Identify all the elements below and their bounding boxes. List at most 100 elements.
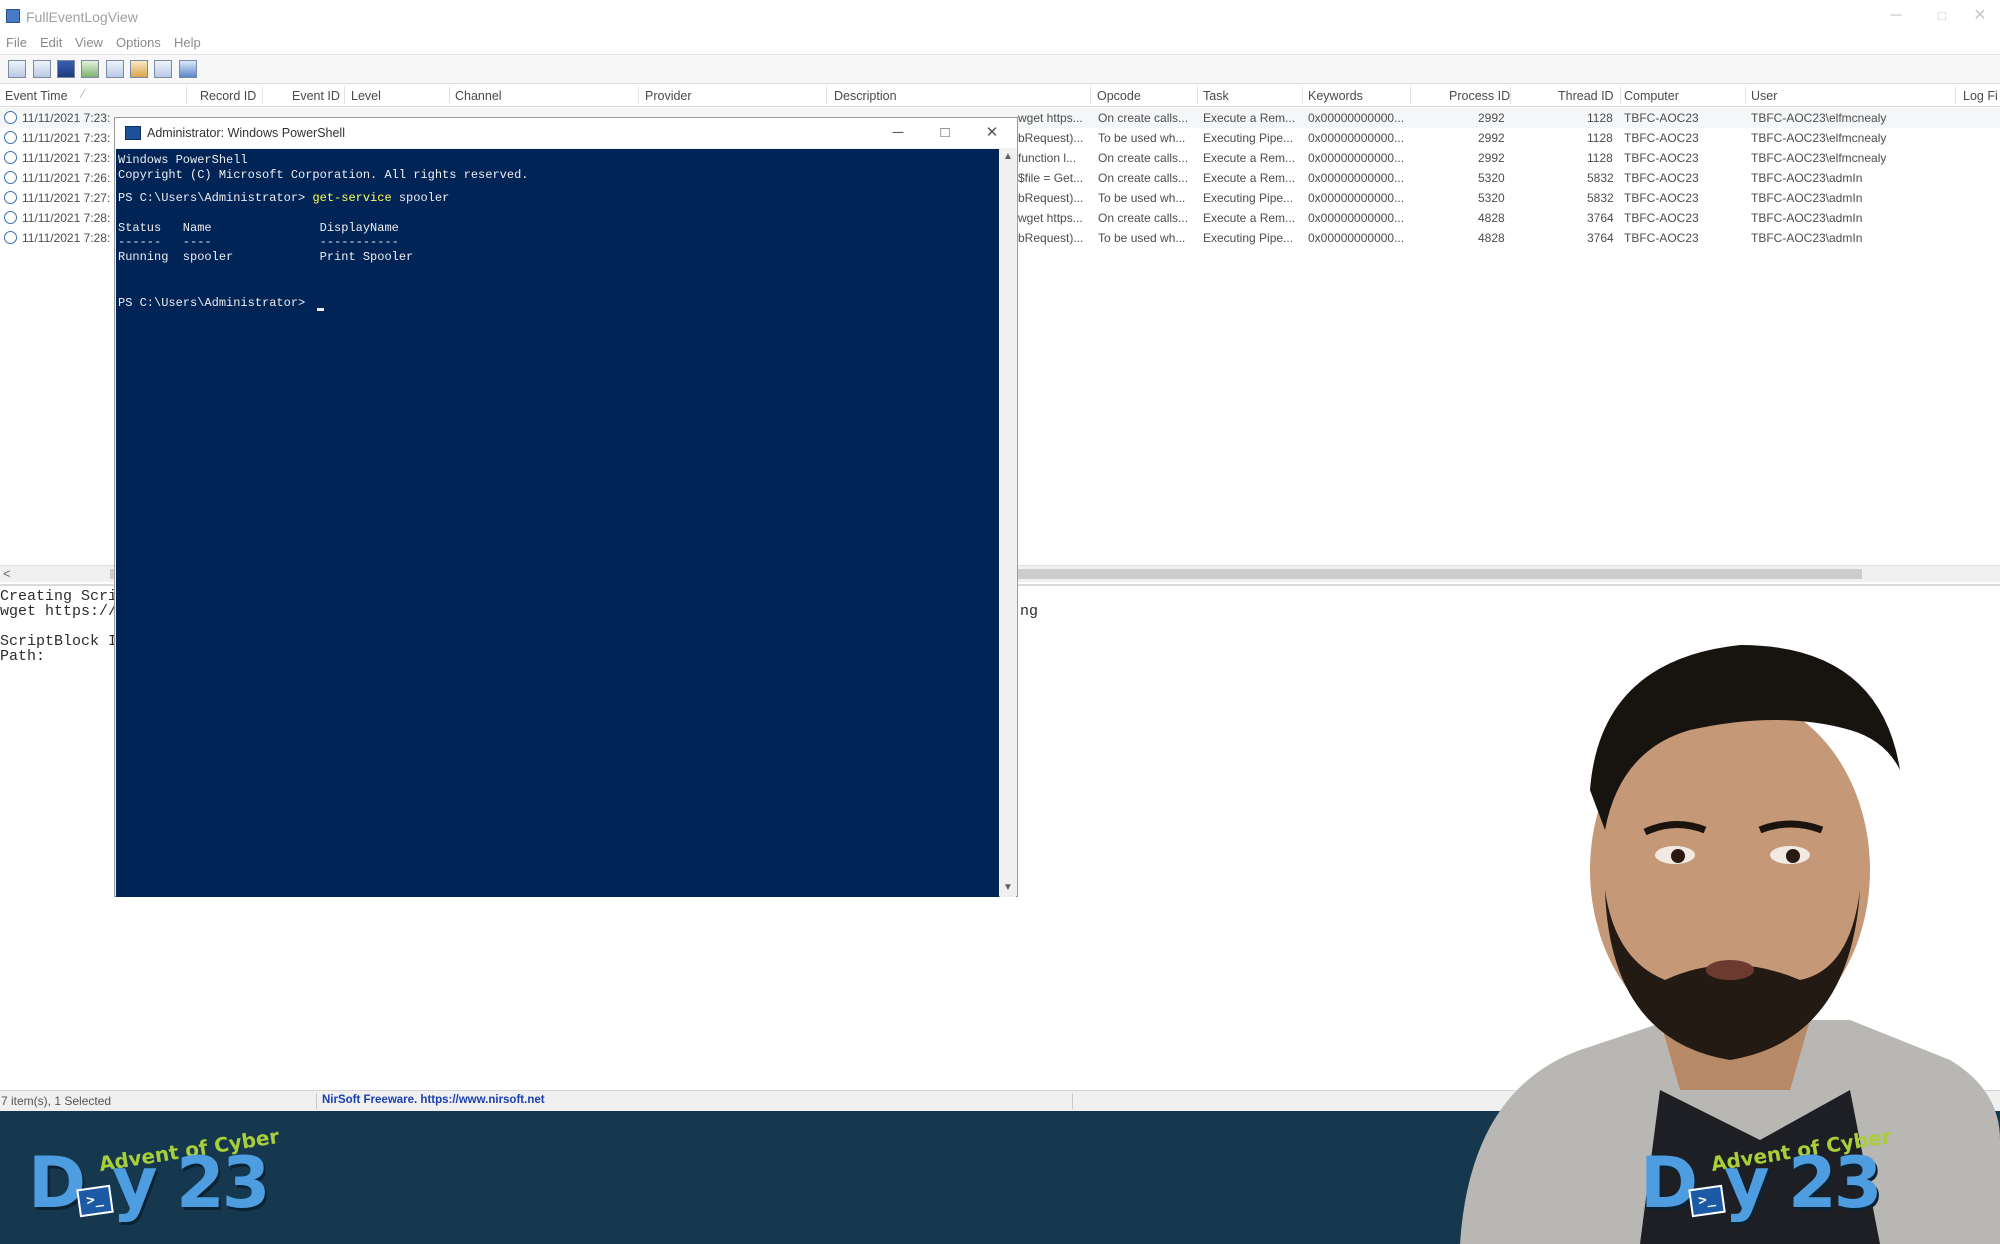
cell-event-time: 11/11/2021 7:28: [22,211,111,225]
close-button[interactable]: ✕ [1960,4,2000,28]
cell-opcode: On create calls... [1098,111,1189,125]
copy-icon[interactable] [106,60,124,78]
grid-header: Event Time ⁄ Record ID Event ID Level Ch… [0,84,2000,107]
exit-icon[interactable] [179,60,197,78]
toolbar [0,54,2000,84]
logo-day-number: y 23 [1724,1142,1882,1224]
menu-bar: File Edit View Options Help [0,32,2000,54]
scroll-up-icon[interactable]: ▲ [1003,151,1013,162]
console-command: get-service [312,191,392,205]
powershell-icon: >_ [76,1184,114,1218]
cell-description: $file = Get... [1018,171,1084,185]
cell-keywords: 0x00000000000... [1308,211,1405,225]
cell-user: TBFC-AOC23\elfmcnealy [1751,111,1887,125]
ps-minimize-button[interactable]: ─ [883,122,913,144]
console-copyright: Copyright (C) Microsoft Corporation. All… [118,168,529,182]
info-level-icon [4,171,17,184]
ps-vertical-scrollbar[interactable]: ▲ ▼ [1000,149,1016,897]
refresh-icon[interactable] [81,60,99,78]
col-log-file[interactable]: Log Fi [1963,89,1998,103]
cell-thread-id: 1128 [1587,131,1613,145]
col-event-id[interactable]: Event ID [292,89,340,103]
properties-icon[interactable] [8,60,26,78]
col-opcode[interactable]: Opcode [1097,89,1141,103]
find-icon[interactable] [154,60,172,78]
cell-thread-id: 1128 [1587,111,1613,125]
cell-opcode: To be used wh... [1098,231,1186,245]
status-item-count: 7 item(s), 1 Selected [1,1094,112,1108]
powershell-icon: >_ [1688,1184,1726,1218]
cell-keywords: 0x00000000000... [1308,131,1405,145]
console-table-header: Status Name DisplayName [118,221,399,235]
menu-file[interactable]: File [6,35,27,50]
cell-computer: TBFC-AOC23 [1624,171,1699,185]
console-table-row: Running spooler Print Spooler [118,250,414,264]
cell-description: bRequest)... [1018,231,1084,245]
ps-maximize-button[interactable]: □ [930,122,960,144]
scroll-left-icon[interactable]: < [3,566,11,581]
col-computer[interactable]: Computer [1624,89,1679,103]
maximize-button[interactable]: □ [1922,4,1962,28]
cell-thread-id: 3764 [1587,211,1614,225]
details-line: wget https:// [0,603,118,620]
col-event-time[interactable]: Event Time [5,89,68,103]
cell-task: Execute a Rem... [1203,211,1296,225]
cell-computer: TBFC-AOC23 [1624,151,1699,165]
cell-event-time: 11/11/2021 7:27: [22,191,111,205]
powershell-titlebar[interactable]: Administrator: Windows PowerShell ─ □ ✕ [115,118,1017,148]
menu-options[interactable]: Options [116,35,161,50]
ps-close-button[interactable]: ✕ [977,122,1007,144]
advanced-options-icon[interactable] [130,60,148,78]
cell-opcode: To be used wh... [1098,191,1186,205]
advent-of-cyber-logo-right: Advent of Cyber D >_ y 23 [1640,1124,1893,1238]
nirsoft-link[interactable]: NirSoft Freeware. https://www.nirsoft.ne… [322,1094,545,1106]
cell-task: Executing Pipe... [1203,191,1294,205]
cell-process-id: 4828 [1478,211,1505,225]
col-user[interactable]: User [1751,89,1777,103]
cell-keywords: 0x00000000000... [1308,171,1405,185]
cell-user: TBFC-AOC23\elfmcnealy [1751,131,1887,145]
cell-description: wget https... [1018,111,1083,125]
cell-description: bRequest)... [1018,191,1084,205]
col-process-id[interactable]: Process ID [1449,89,1510,103]
console-prompt-line: PS C:\Users\Administrator> [118,296,306,310]
cell-process-id: 4828 [1478,231,1505,245]
col-keywords[interactable]: Keywords [1308,89,1363,103]
console-header: Windows PowerShell [118,153,248,167]
info-level-icon [4,151,17,164]
cell-computer: TBFC-AOC23 [1624,211,1699,225]
powershell-window[interactable]: Administrator: Windows PowerShell ─ □ ✕ … [114,117,1018,897]
cell-task: Execute a Rem... [1203,111,1296,125]
menu-edit[interactable]: Edit [40,35,62,50]
window-title: FullEventLogView [26,9,138,25]
col-provider[interactable]: Provider [645,89,692,103]
html-report-icon[interactable] [33,60,51,78]
col-thread-id[interactable]: Thread ID [1558,89,1614,103]
scroll-down-icon[interactable]: ▼ [1003,882,1013,893]
col-task[interactable]: Task [1203,89,1229,103]
cell-thread-id: 5832 [1587,191,1614,205]
col-description[interactable]: Description [834,89,897,103]
powershell-console[interactable]: Windows PowerShell Copyright (C) Microso… [116,149,999,897]
col-level[interactable]: Level [351,89,381,103]
console-prompt: PS C:\Users\Administrator> [118,191,306,205]
cell-keywords: 0x00000000000... [1308,191,1405,205]
sort-arrow-icon: ⁄ [82,87,85,101]
fulleventlogview-app-icon [6,9,20,23]
console-table-rule: ------ ---- ----------- [118,235,399,249]
cell-user: TBFC-AOC23\elfmcnealy [1751,151,1887,165]
col-channel[interactable]: Channel [455,89,502,103]
save-icon[interactable] [57,60,75,78]
menu-help[interactable]: Help [174,35,201,50]
info-level-icon [4,131,17,144]
powershell-title: Administrator: Windows PowerShell [147,126,345,140]
menu-view[interactable]: View [75,35,103,50]
col-record-id[interactable]: Record ID [200,89,256,103]
main-titlebar: FullEventLogView ─ □ ✕ [0,0,2000,33]
cell-thread-id: 5832 [1587,171,1614,185]
details-fragment: ng [1020,603,1039,620]
logo-day-d: D [1640,1142,1698,1224]
info-level-icon [4,231,17,244]
cell-task: Execute a Rem... [1203,151,1296,165]
minimize-button[interactable]: ─ [1876,4,1916,28]
